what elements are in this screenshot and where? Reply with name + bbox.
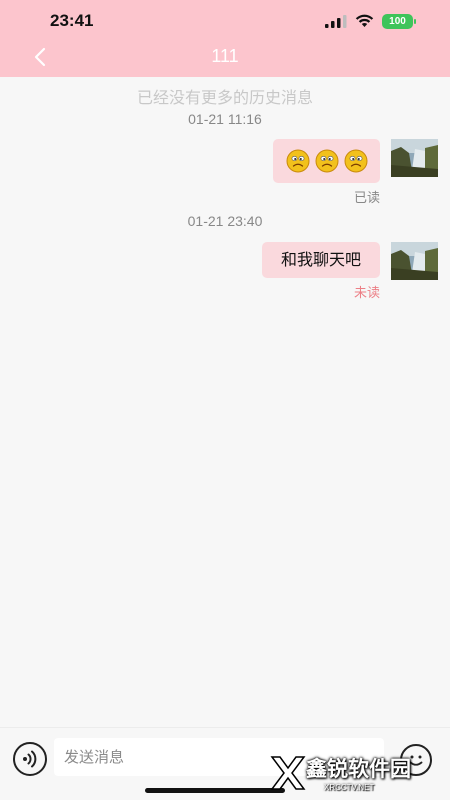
confused-face-icon [315,149,338,173]
battery-tip [414,19,416,24]
voice-button[interactable] [13,742,47,776]
read-status: 已读 [353,191,380,206]
battery-indicator: 100 [382,14,416,29]
status-bar: 23:41 100 [0,0,450,44]
avatar[interactable] [391,139,438,177]
avatar[interactable] [391,242,438,280]
watermark: 鑫锐软件园 XRCCTV.NET [266,749,436,800]
confused-face-icon [344,149,367,173]
cellular-signal-icon [325,15,347,28]
unread-status: 未读 [353,286,380,301]
header-bar: 23:41 100 111 [0,0,450,77]
confused-face-icon [286,149,309,173]
avatar-image [391,242,438,280]
message-bubble-text[interactable]: 和我聊天吧 [262,242,380,278]
avatar-image [391,139,438,177]
voice-icon [23,750,37,768]
history-note: 已经没有更多的历史消息 [136,88,313,107]
status-time: 23:41 [50,11,94,30]
watermark-subtext: XRCCTV.NET [324,783,375,792]
page-title: 111 [211,46,239,66]
home-indicator[interactable] [145,788,285,793]
message-timestamp: 01-21 23:40 [187,213,263,229]
message-bubble-emoji[interactable] [273,139,380,183]
battery-level: 100 [382,14,413,29]
watermark-text: 鑫锐软件园 [306,757,411,781]
message-timestamp: 01-21 11:16 [188,111,262,127]
wifi-icon [355,14,374,27]
watermark-logo-icon [270,756,306,790]
